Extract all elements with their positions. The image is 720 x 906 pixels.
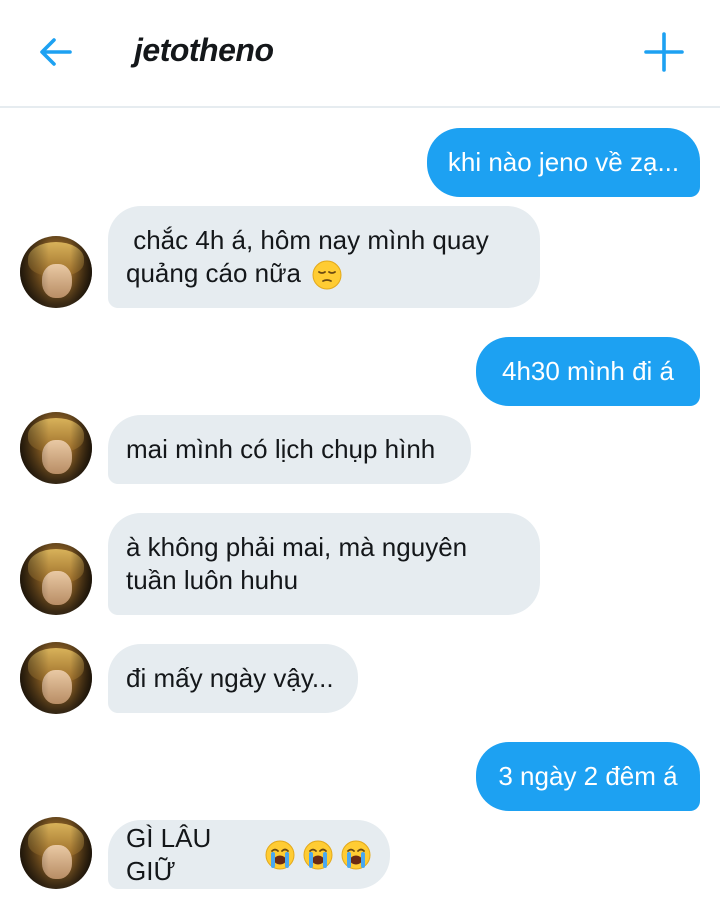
message-text: 4h30 mình đi á	[501, 356, 674, 386]
outgoing-message[interactable]: 4h30 mình đi á	[476, 337, 700, 406]
plus-icon[interactable]	[642, 30, 686, 74]
message-text-line: à không phải mai, mà nguyên	[126, 532, 468, 562]
incoming-message[interactable]: mai mình có lịch chụp hình	[108, 415, 471, 484]
arrow-left-icon[interactable]	[36, 32, 76, 72]
conversation-header: jetotheno	[0, 0, 720, 108]
message-text-line: tuần luôn huhu	[126, 565, 299, 595]
incoming-message[interactable]: GÌ LÂU GIỮ	[108, 820, 390, 889]
message-text: đi mấy ngày vậy...	[126, 663, 334, 693]
avatar[interactable]	[20, 642, 92, 714]
loudly-crying-face-icon	[265, 840, 295, 869]
message-text: GÌ LÂU GIỮ	[126, 822, 212, 886]
message-text-line: quảng cáo nữa	[126, 258, 301, 288]
message-text: mai mình có lịch chụp hình	[126, 434, 436, 464]
message-text: 3 ngày 2 đêm á	[498, 761, 678, 791]
conversation-title: jetotheno	[134, 32, 274, 68]
message-text-line: chắc 4h á, hôm nay mình quay	[126, 225, 489, 255]
incoming-message[interactable]: chắc 4h á, hôm nay mình quay quảng cáo n…	[108, 206, 540, 308]
outgoing-message[interactable]: 3 ngày 2 đêm á	[476, 742, 700, 811]
incoming-message[interactable]: đi mấy ngày vậy...	[108, 644, 358, 713]
loudly-crying-face-icon	[303, 840, 333, 869]
loudly-crying-face-icon	[341, 840, 371, 869]
avatar[interactable]	[20, 543, 92, 615]
pensive-face-icon	[312, 260, 342, 290]
avatar[interactable]	[20, 236, 92, 308]
incoming-message[interactable]: à không phải mai, mà nguyên tuần luôn hu…	[108, 513, 540, 615]
outgoing-message[interactable]: khi nào jeno về zạ...	[427, 128, 700, 197]
avatar[interactable]	[20, 412, 92, 484]
avatar[interactable]	[20, 817, 92, 889]
message-text: khi nào jeno về zạ...	[447, 147, 680, 177]
